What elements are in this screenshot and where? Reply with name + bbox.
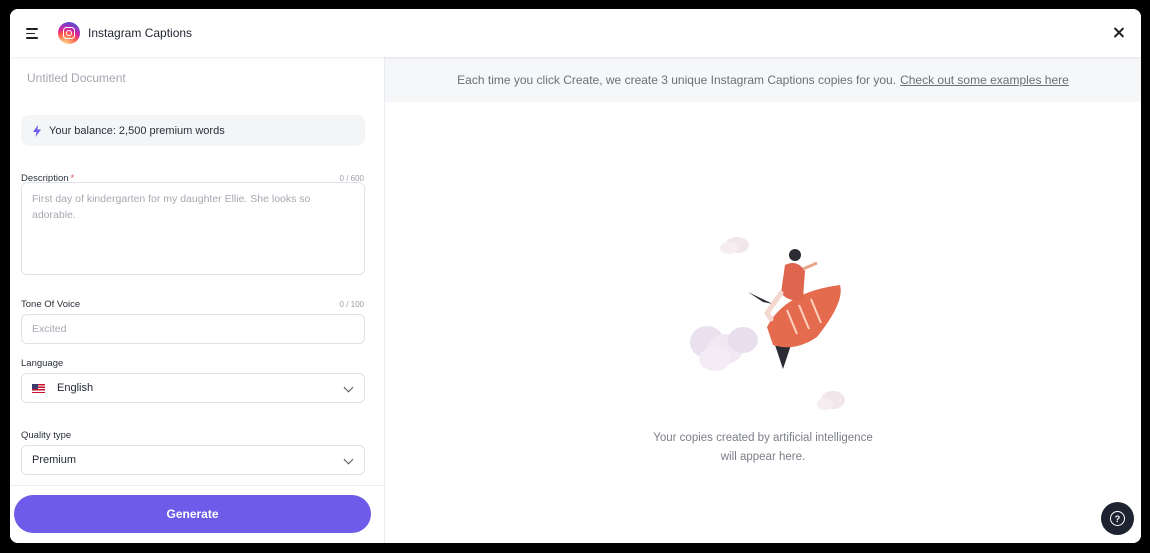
description-textarea[interactable]: First day of kindergarten for my daughte… — [21, 182, 365, 275]
language-value: English — [57, 382, 94, 394]
tone-label: Tone Of Voice — [21, 299, 81, 310]
examples-link[interactable]: Check out some examples here — [900, 73, 1069, 87]
chevron-down-icon — [343, 454, 354, 465]
quality-label: Quality type — [21, 430, 72, 441]
language-label: Language — [21, 358, 64, 369]
chevron-down-icon — [343, 382, 354, 393]
rocket-illustration — [690, 237, 845, 410]
quality-select[interactable]: Premium — [21, 445, 365, 475]
divider — [10, 485, 384, 486]
us-flag-icon — [32, 383, 45, 393]
balance-text: Your balance: 2,500 premium words — [49, 124, 225, 137]
app-title: Instagram Captions — [88, 26, 193, 40]
input-panel: Untitled Document Your balance: 2,500 pr… — [10, 57, 385, 543]
generate-button[interactable]: Generate — [14, 495, 371, 533]
balance-banner: Your balance: 2,500 premium words — [21, 115, 365, 146]
info-text: Each time you click Create, we create 3 … — [457, 72, 897, 87]
document-title[interactable]: Untitled Document — [27, 71, 126, 85]
instagram-logo-icon — [58, 22, 80, 44]
app-window: Instagram Captions Untitled Document You… — [10, 9, 1141, 543]
tone-input[interactable]: Excited — [21, 314, 365, 344]
output-panel: Each time you click Create, we create 3 … — [385, 57, 1141, 543]
language-select[interactable]: English — [21, 373, 365, 403]
info-bar: Each time you click Create, we create 3 … — [385, 57, 1141, 102]
close-icon[interactable] — [1109, 23, 1129, 43]
help-question-icon[interactable]: ? — [1101, 502, 1134, 535]
lightning-bolt-icon — [33, 124, 41, 137]
header: Instagram Captions — [10, 9, 1141, 57]
quality-value: Premium — [32, 454, 77, 466]
empty-state-text: Your copies created by artificial intell… — [653, 432, 873, 463]
tone-counter: 0 / 100 — [339, 300, 364, 309]
hamburger-menu-icon[interactable] — [24, 23, 44, 43]
